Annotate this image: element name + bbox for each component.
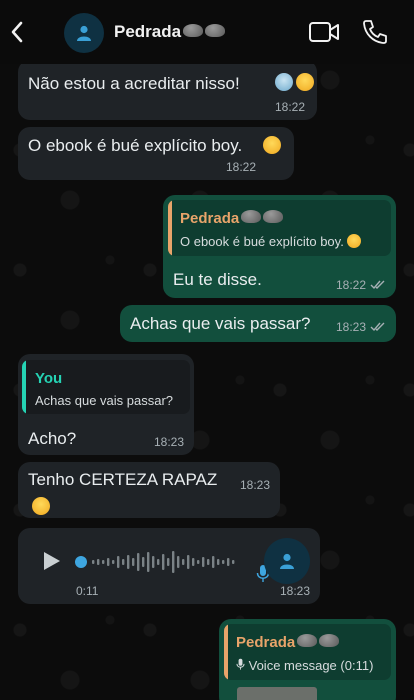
video-call-button[interactable] <box>308 20 340 44</box>
rock-emoji <box>263 210 284 223</box>
face-emoji <box>275 73 293 91</box>
double-check-icon <box>370 280 385 290</box>
rock-emoji <box>319 634 340 647</box>
rock-emoji <box>205 24 226 37</box>
grin-sweat-emoji <box>263 136 281 154</box>
message-time: 18:23 <box>279 584 310 598</box>
message-time: 18:22 <box>335 278 366 292</box>
quote-text: Voice message (0:11) <box>236 658 373 673</box>
message-bubble[interactable]: Pedrada Voice message (0:11) <box>219 619 396 700</box>
message-text: Tenho CERTEZA RAPAZ <box>28 470 218 489</box>
message-text: Não estou a acreditar nisso! <box>28 74 240 93</box>
user-icon <box>280 553 294 569</box>
message-bubble[interactable]: Não estou a acreditar nisso! 18:22 <box>18 60 317 120</box>
message-text: O ebook é bué explícito boy. <box>28 136 243 155</box>
rock-emoji <box>297 634 318 647</box>
attachment-preview[interactable] <box>237 687 317 700</box>
voice-waveform[interactable] <box>74 547 244 577</box>
quote-sender: Pedrada <box>180 210 284 227</box>
rock-emoji <box>241 210 262 223</box>
voice-message-bubble[interactable]: 0:11 18:23 <box>18 528 320 604</box>
quote-accent-bar <box>168 200 172 256</box>
message-time: 18:23 <box>335 320 366 334</box>
message-time: 18:22 <box>274 100 305 114</box>
quote-text: O ebook é bué explícito boy. <box>180 234 362 249</box>
quote-text: Achas que vais passar? <box>35 393 174 408</box>
quote-sender: Pedrada <box>236 634 340 651</box>
message-bubble[interactable]: Pedrada O ebook é bué explícito boy. Eu … <box>163 195 396 298</box>
voice-call-button[interactable] <box>361 18 387 46</box>
message-text: Achas que vais passar? <box>130 314 311 333</box>
rock-emoji <box>183 24 204 37</box>
quote-accent-bar <box>224 624 228 680</box>
user-icon <box>77 25 91 41</box>
tears-of-joy-emoji <box>32 497 50 515</box>
avatar[interactable] <box>64 13 104 53</box>
contact-name[interactable]: Pedrada <box>114 22 226 42</box>
sender-avatar[interactable] <box>264 538 310 584</box>
grin-sweat-emoji <box>347 234 362 248</box>
chat-header: Pedrada <box>0 0 414 64</box>
quote-accent-bar <box>22 360 26 414</box>
message-bubble[interactable]: You Achas que vais passar? Acho? 18:23 <box>18 354 194 455</box>
chevron-left-icon <box>11 21 23 43</box>
quoted-message[interactable]: Pedrada O ebook é bué explícito boy. <box>168 200 391 256</box>
message-time: 18:22 <box>225 160 256 174</box>
message-text: Eu te disse. <box>173 270 262 289</box>
message-text: Acho? <box>28 429 77 448</box>
microphone-icon <box>236 658 245 670</box>
message-time: 18:23 <box>239 478 270 492</box>
message-bubble[interactable]: O ebook é bué explícito boy. 18:22 <box>18 127 294 180</box>
message-bubble[interactable]: Tenho CERTEZA RAPAZ 18:23 <box>18 462 280 518</box>
quoted-message[interactable]: Pedrada Voice message (0:11) <box>224 624 391 680</box>
voice-duration: 0:11 <box>76 584 99 598</box>
emoji-pair <box>275 73 314 94</box>
double-check-icon <box>370 322 385 332</box>
quoted-message[interactable]: You Achas que vais passar? <box>22 360 190 414</box>
quote-sender: You <box>35 370 63 387</box>
exploding-head-emoji <box>296 73 314 91</box>
message-time: 18:23 <box>153 435 184 449</box>
phone-icon <box>363 20 387 44</box>
back-button[interactable] <box>6 18 30 46</box>
message-bubble[interactable]: Achas que vais passar? 18:23 <box>120 305 396 342</box>
play-icon[interactable] <box>40 550 62 572</box>
video-call-icon <box>309 22 339 42</box>
